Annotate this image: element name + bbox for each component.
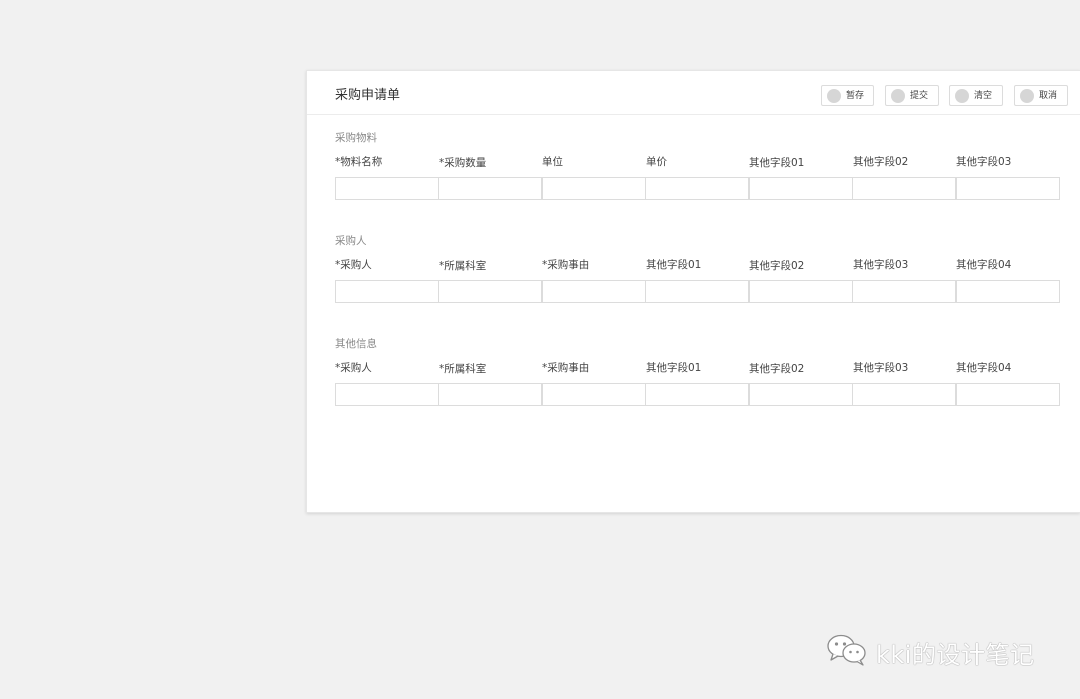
form-card: 采购申请单 暂存 提交 清空 取消 采购物料 *物料名称 *采购数量 单位 单价… [306,70,1080,513]
circle-icon [891,89,905,103]
other-field-02-input[interactable] [852,177,956,201]
text-input[interactable] [336,386,438,407]
circle-icon [955,89,969,103]
department-input[interactable] [438,280,542,304]
other-field-04-input[interactable] [956,383,1060,407]
toolbar: 暂存 提交 清空 取消 [307,85,1080,107]
purchaser-input[interactable] [335,280,439,304]
other-field-03-input[interactable] [852,383,956,407]
column-label: *采购事由 [542,259,590,271]
text-input[interactable] [853,386,955,407]
text-input[interactable] [439,180,541,201]
other-field-01-input[interactable] [645,383,749,407]
column-label: 其他字段04 [956,259,1012,271]
wechat-icon [826,633,870,671]
watermark: kki的设计笔记 [826,633,1035,671]
column-label: 其他字段02 [853,156,909,168]
other-field-03-input[interactable] [852,280,956,304]
section-title-purchaser: 采购人 [335,235,367,247]
column-label: 其他字段02 [749,363,805,375]
column-label: *采购人 [335,259,372,271]
save-draft-label: 暂存 [846,91,865,101]
submit-label: 提交 [910,91,929,101]
other-field-02-input[interactable] [749,280,853,304]
text-input[interactable] [646,283,748,304]
text-input[interactable] [853,180,955,201]
unit-input[interactable] [542,177,646,201]
column-label: 单位 [542,156,563,168]
circle-icon [827,89,841,103]
cancel-label: 取消 [1039,91,1058,101]
text-input[interactable] [750,180,852,201]
column-label: 单价 [646,156,667,168]
column-label: *采购事由 [542,362,590,374]
section-title-other-info: 其他信息 [335,338,377,350]
text-input[interactable] [543,386,645,407]
column-label: *采购数量 [439,157,487,169]
quantity-input[interactable] [438,177,542,201]
text-input[interactable] [439,283,541,304]
purchaser-input[interactable] [335,383,439,407]
column-label: 其他字段03 [956,156,1012,168]
other-field-02-input[interactable] [749,383,853,407]
other-field-01-input[interactable] [749,177,853,201]
column-label: *所属科室 [439,260,487,272]
column-label: 其他字段01 [749,157,805,169]
column-label: *采购人 [335,362,372,374]
cancel-button[interactable]: 取消 [1014,85,1068,106]
column-label: 其他字段02 [749,260,805,272]
text-input[interactable] [439,386,541,407]
watermark-text: kki的设计笔记 [876,640,1035,669]
text-input[interactable] [853,283,955,304]
submit-button[interactable]: 提交 [885,85,939,106]
column-label: 其他字段04 [956,362,1012,374]
column-label: 其他字段03 [853,259,909,271]
text-input[interactable] [750,386,852,407]
unit-price-input[interactable] [645,177,749,201]
column-label: *物料名称 [335,156,383,168]
column-label: 其他字段01 [646,259,702,271]
purchase-reason-input[interactable] [542,383,646,407]
column-label: 其他字段03 [853,362,909,374]
save-draft-button[interactable]: 暂存 [821,85,874,106]
column-label: *所属科室 [439,363,487,375]
circle-icon [1020,89,1034,103]
section-title-materials: 采购物料 [335,132,377,144]
text-input[interactable] [957,180,1059,201]
clear-button[interactable]: 清空 [949,85,1003,106]
other-field-03-input[interactable] [956,177,1060,201]
column-label: 其他字段01 [646,362,702,374]
department-input[interactable] [438,383,542,407]
text-input[interactable] [543,180,645,201]
text-input[interactable] [750,283,852,304]
other-field-01-input[interactable] [645,280,749,304]
text-input[interactable] [646,180,748,201]
material-name-input[interactable] [335,177,439,201]
text-input[interactable] [957,386,1059,407]
text-input[interactable] [336,283,438,304]
clear-label: 清空 [974,91,993,101]
form-header: 采购申请单 暂存 提交 清空 取消 [307,71,1080,115]
purchase-reason-input[interactable] [542,280,646,304]
text-input[interactable] [957,283,1059,304]
text-input[interactable] [336,180,438,201]
text-input[interactable] [646,386,748,407]
text-input[interactable] [543,283,645,304]
other-field-04-input[interactable] [956,280,1060,304]
